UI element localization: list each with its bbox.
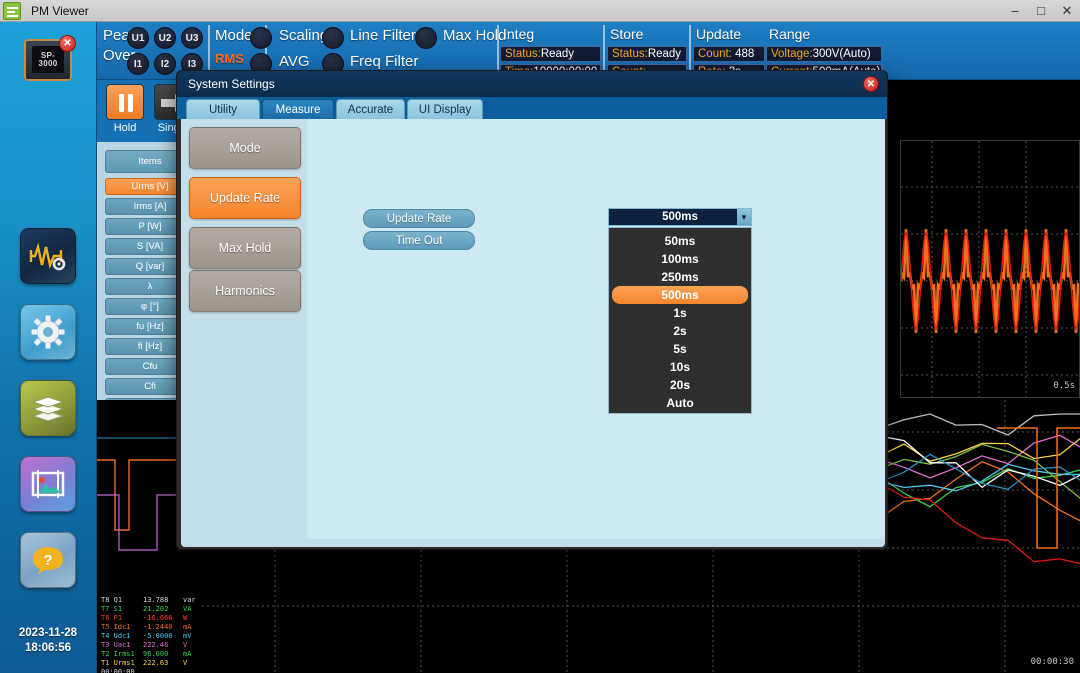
tab-accurate[interactable]: Accurate <box>336 99 405 119</box>
dropdown-option-20s[interactable]: 20s <box>612 376 748 394</box>
update-rate-combobox-value: 500ms <box>662 211 698 223</box>
scaling-label[interactable]: Scaling <box>279 27 328 44</box>
range-group-title: Range <box>769 26 810 42</box>
trace-legend-bottom: T8 Q1 13.788 var T7 S1 21.202 VA T6 P1 -… <box>97 592 207 673</box>
dialog-content-panel <box>307 119 885 539</box>
tab-utility[interactable]: Utility <box>186 99 260 119</box>
tab-ui-display[interactable]: UI Display <box>407 99 483 119</box>
chevron-down-icon[interactable]: ▼ <box>737 209 751 225</box>
dropdown-option-2s[interactable]: 2s <box>612 322 748 340</box>
svg-text:?: ? <box>43 552 52 569</box>
field-update-rate-button[interactable]: Update Rate <box>363 209 475 228</box>
dropdown-option-50ms[interactable]: 50ms <box>612 232 748 250</box>
device-screen-icon: SP- 3000 <box>32 46 64 73</box>
trend-time-label: 00:00:30 <box>1031 657 1074 667</box>
dropdown-option-auto[interactable]: Auto <box>612 394 748 412</box>
channel-u3-indicator[interactable]: U3 <box>181 27 203 49</box>
maximize-button[interactable]: □ <box>1028 0 1054 22</box>
nav-harmonics[interactable]: Harmonics <box>189 270 301 312</box>
minimize-button[interactable]: – <box>1002 0 1028 22</box>
system-settings-dialog: System Settings ✕ Utility Measure Accura… <box>176 70 888 550</box>
wave-time-label: 0.5s <box>1053 381 1075 391</box>
window-title: PM Viewer <box>31 4 89 18</box>
dropdown-option-100ms[interactable]: 100ms <box>612 250 748 268</box>
integ-group-title: Integ <box>503 26 534 42</box>
clock-date: 2023-11-28 <box>0 626 96 641</box>
hold-button[interactable] <box>106 84 144 120</box>
device-disconnect-icon[interactable]: ✕ <box>59 35 76 52</box>
clock: 2023-11-28 18:06:56 <box>0 626 96 656</box>
update-group-title: Update <box>696 26 741 42</box>
layers-icon[interactable] <box>20 380 76 436</box>
dialog-title: System Settings <box>188 77 275 91</box>
legend-row: T2 Irms1 96.000 mA <box>101 651 135 658</box>
device-model-line2: 3000 <box>39 60 58 68</box>
line-filter-label[interactable]: Line Filter <box>350 27 416 44</box>
dialog-tabstrip: Utility Measure Accurate UI Display <box>177 97 887 119</box>
legend-row: T8 Q1 13.788 var <box>101 597 122 604</box>
legend-row: T6 P1 -16.666 W <box>101 615 122 622</box>
legend-row: T4 Udc1 -5.0000 mV <box>101 633 131 640</box>
line-filter-toggle-icon[interactable] <box>322 27 344 49</box>
store-group-title: Store <box>610 26 643 42</box>
max-hold-toggle-icon[interactable] <box>415 27 437 49</box>
legend-row: T3 Uac1 222.46 V <box>101 642 131 649</box>
app-logo-icon <box>3 2 21 20</box>
legend-timestamp: 00:00:00 <box>101 669 135 673</box>
range-voltage: Voltage:300V(Auto) <box>766 46 882 62</box>
channel-i2-indicator[interactable]: I2 <box>154 53 176 75</box>
mode-value[interactable]: RMS <box>215 51 244 66</box>
channel-u2-indicator[interactable]: U2 <box>154 27 176 49</box>
field-time-out-button[interactable]: Time Out <box>363 231 475 250</box>
dropdown-option-10s[interactable]: 10s <box>612 358 748 376</box>
waveform-settings-icon[interactable] <box>20 228 76 284</box>
legend-row: T7 S1 21.202 VA <box>101 606 122 613</box>
dialog-close-icon[interactable]: ✕ <box>863 76 879 92</box>
legend-row: T1 Urms1 222.63 V <box>101 660 135 667</box>
gear-icon[interactable] <box>20 304 76 360</box>
dropdown-option-5s[interactable]: 5s <box>612 340 748 358</box>
update-count: Count: 488 <box>693 46 765 62</box>
device-button[interactable]: SP- 3000 ✕ <box>24 39 72 81</box>
tab-measure[interactable]: Measure <box>262 99 334 119</box>
nav-update-rate[interactable]: Update Rate <box>189 177 301 219</box>
scaling-toggle-icon[interactable] <box>250 27 272 49</box>
hold-label: Hold <box>102 122 148 134</box>
clock-time: 18:06:56 <box>0 641 96 656</box>
nav-max-hold[interactable]: Max Hold <box>189 227 301 269</box>
window-titlebar: PM Viewer – □ ✕ <box>0 0 1080 22</box>
mode-label: Mode <box>215 27 253 44</box>
integ-status: Status:Ready <box>500 46 601 62</box>
left-rail: SP- 3000 ✕ <box>0 22 97 673</box>
image-icon[interactable] <box>20 456 76 512</box>
legend-row: T5 Idc1 -1.2440 mA <box>101 624 131 631</box>
nav-mode[interactable]: Mode <box>189 127 301 169</box>
channel-i1-indicator[interactable]: I1 <box>127 53 149 75</box>
dropdown-option-250ms[interactable]: 250ms <box>612 268 748 286</box>
dropdown-option-500ms[interactable]: 500ms <box>612 286 748 304</box>
freq-filter-label[interactable]: Freq Filter <box>350 53 418 70</box>
channel-u1-indicator[interactable]: U1 <box>127 27 149 49</box>
dialog-body: Mode Update Rate Max Hold Harmonics Upda… <box>181 119 885 547</box>
close-button[interactable]: ✕ <box>1054 0 1080 22</box>
waveform-graph[interactable]: 0.5s <box>900 140 1080 398</box>
dropdown-option-1s[interactable]: 1s <box>612 304 748 322</box>
window-controls: – □ ✕ <box>1002 0 1080 22</box>
dialog-titlebar: System Settings ✕ <box>177 71 887 97</box>
update-rate-dropdown-list[interactable]: 50ms 100ms 250ms 500ms 1s 2s 5s 10s 20s … <box>608 227 752 414</box>
avg-label[interactable]: AVG <box>279 53 310 70</box>
help-icon[interactable]: ? <box>20 532 76 588</box>
store-status: Status:Ready <box>607 46 687 62</box>
update-rate-combobox[interactable]: 500ms ▼ <box>608 208 752 226</box>
